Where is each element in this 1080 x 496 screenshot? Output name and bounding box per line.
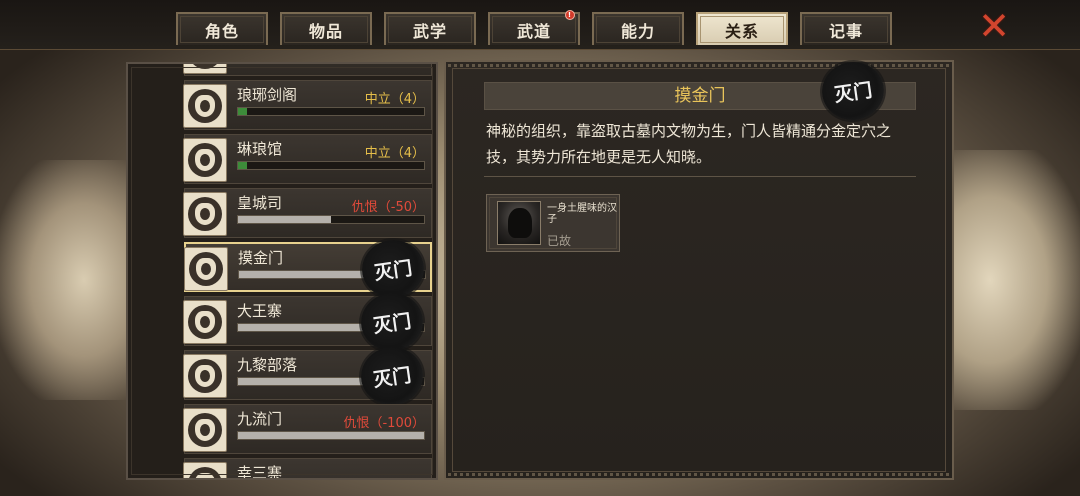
background-left (0, 160, 140, 400)
faction-row-partial[interactable]: 幸三寨 (183, 458, 432, 480)
tab-character[interactable]: 角色 (176, 12, 268, 45)
faction-row[interactable]: 大王寨 灭门 (183, 288, 432, 356)
close-icon[interactable]: ✕ (974, 7, 1014, 46)
tab-abilities[interactable]: 能力 (592, 12, 684, 45)
tab-relations[interactable]: 关系 (696, 12, 788, 45)
relation-status: 中立（4） (364, 146, 425, 161)
faction-emblem-icon (183, 64, 227, 74)
faction-emblem-icon (183, 192, 227, 236)
relation-bar-fill (238, 162, 248, 169)
faction-emblem-icon (183, 84, 227, 128)
faction-emblem-icon (184, 247, 228, 291)
top-tab-bar: 角色 物品 武学 武道 ! 能力 关系 记事 ✕ (0, 0, 1080, 50)
faction-name: 幸三寨 (237, 464, 283, 480)
relation-bar-fill (238, 432, 424, 439)
relation-status: 中立（4） (364, 92, 425, 107)
member-status: 已故 (547, 234, 572, 248)
relation-bar-fill (238, 324, 372, 331)
divider (484, 176, 916, 177)
tab-martial-way[interactable]: 武道 ! (488, 10, 580, 45)
faction-emblem-icon (183, 462, 227, 478)
tab-items[interactable]: 物品 (280, 12, 372, 45)
relation-bar (237, 161, 425, 170)
member-portrait (497, 201, 541, 245)
faction-emblem-icon (183, 138, 227, 182)
faction-row[interactable]: 琅琊剑阁 中立（4） (183, 80, 432, 130)
relation-bar-fill (238, 216, 331, 223)
faction-name: 九流门 (237, 410, 283, 428)
relation-status: 仇恨（-100） (343, 416, 425, 431)
faction-name: 大王寨 (237, 302, 283, 320)
faction-row-partial[interactable] (183, 64, 432, 76)
faction-emblem-icon (183, 408, 227, 452)
faction-emblem-icon (183, 300, 227, 344)
tab-journal[interactable]: 记事 (800, 12, 892, 45)
faction-row[interactable]: 九流门 仇恨（-100） (183, 404, 432, 454)
destroyed-stamp-icon: 灭门 (357, 342, 427, 410)
relation-bar-fill (238, 378, 372, 385)
relation-bar (237, 107, 425, 116)
relation-bar-fill (239, 271, 373, 278)
faction-description: 神秘的组织，靠盗取古墓内文物为生，门人皆精通分金定穴之技，其势力所在地更是无人知… (486, 122, 892, 166)
faction-list-panel[interactable]: 琅琊剑阁 中立（4） 琳琅馆 中立（4） 皇城司 仇恨（-50） 摸金门 灭门 … (126, 62, 438, 480)
relation-bar (237, 431, 425, 440)
faction-name: 皇城司 (237, 194, 283, 212)
tab-martial-arts[interactable]: 武学 (384, 12, 476, 45)
member-name: 一身土腥味的汉子 (547, 203, 617, 225)
member-card[interactable]: 一身土腥味的汉子 已故 (486, 194, 620, 252)
faction-emblem-icon (183, 354, 227, 398)
faction-row[interactable]: 琳琅馆 中立（4） (183, 134, 432, 184)
notification-badge: ! (565, 10, 575, 20)
faction-name: 琳琅馆 (237, 140, 283, 158)
destroyed-stamp-icon: 灭门 (357, 288, 427, 356)
faction-row[interactable]: 皇城司 仇恨（-50） (183, 188, 432, 238)
faction-name: 琅琊剑阁 (237, 86, 298, 104)
relation-status: 仇恨（-50） (351, 200, 425, 215)
relation-bar (237, 215, 425, 224)
faction-name: 摸金门 (238, 249, 284, 267)
relation-bar-fill (238, 108, 248, 115)
faction-row[interactable]: 九黎部落 灭门 (183, 342, 432, 410)
faction-name: 九黎部落 (237, 356, 298, 374)
faction-row-selected[interactable]: 摸金门 灭门 (184, 235, 432, 303)
